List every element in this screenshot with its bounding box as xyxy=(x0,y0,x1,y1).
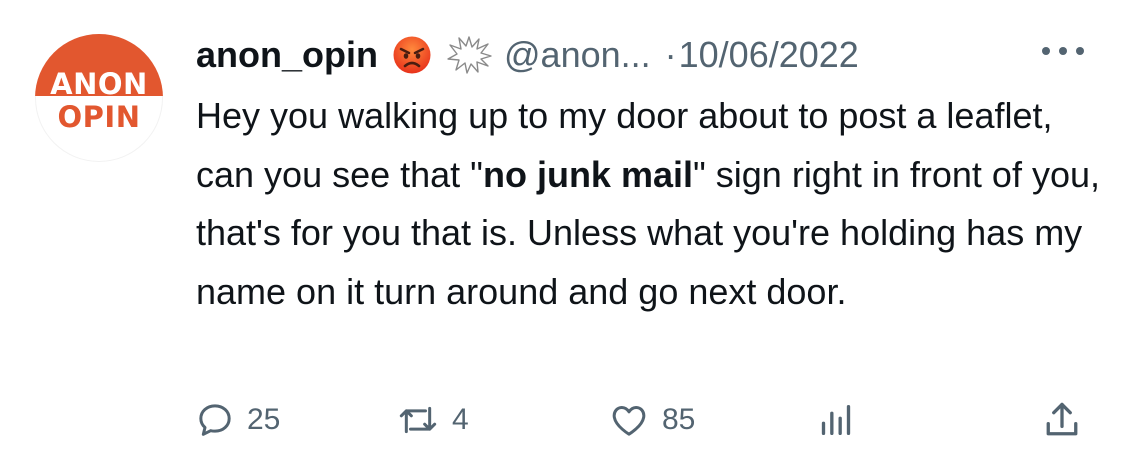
tweet-header: anon_opin @anon... · 10/06/2022 xyxy=(196,30,859,80)
separator-dot: · xyxy=(664,34,677,75)
tweet-text-bold: no junk mail xyxy=(482,153,693,195)
more-options-icon[interactable] xyxy=(1042,44,1084,58)
avatar-logo-line-1: ANON xyxy=(50,67,148,101)
more-dot xyxy=(1042,47,1050,55)
avatar[interactable]: ANON OPIN xyxy=(35,34,163,162)
more-dot xyxy=(1076,47,1084,55)
share-upload-icon xyxy=(1046,402,1078,436)
retweet-count: 4 xyxy=(452,403,469,436)
reply-count: 25 xyxy=(247,403,281,436)
action-bar: 25 4 85 xyxy=(0,396,1125,444)
reply-bubble-icon xyxy=(199,404,231,436)
views-button[interactable] xyxy=(815,396,857,444)
heart-icon xyxy=(612,406,646,436)
retweet-button[interactable]: 4 xyxy=(396,396,469,444)
angry-face-emoji-icon xyxy=(393,36,431,74)
avatar-logo-line-2: OPIN xyxy=(57,100,141,134)
like-count: 85 xyxy=(662,403,696,436)
anger-burst-emoji-icon xyxy=(447,36,492,74)
retweet-icon xyxy=(399,406,437,434)
share-button[interactable] xyxy=(1040,396,1084,444)
more-dot xyxy=(1059,47,1067,55)
views-bar-chart-icon xyxy=(821,405,851,435)
tweet-date[interactable]: 10/06/2022 xyxy=(679,34,859,76)
display-name[interactable]: anon_opin xyxy=(196,34,378,76)
user-handle[interactable]: @anon... xyxy=(504,34,651,76)
tweet-text: Hey you walking up to my door about to p… xyxy=(196,87,1106,321)
like-button[interactable]: 85 xyxy=(608,396,695,444)
reply-button[interactable]: 25 xyxy=(195,396,280,444)
